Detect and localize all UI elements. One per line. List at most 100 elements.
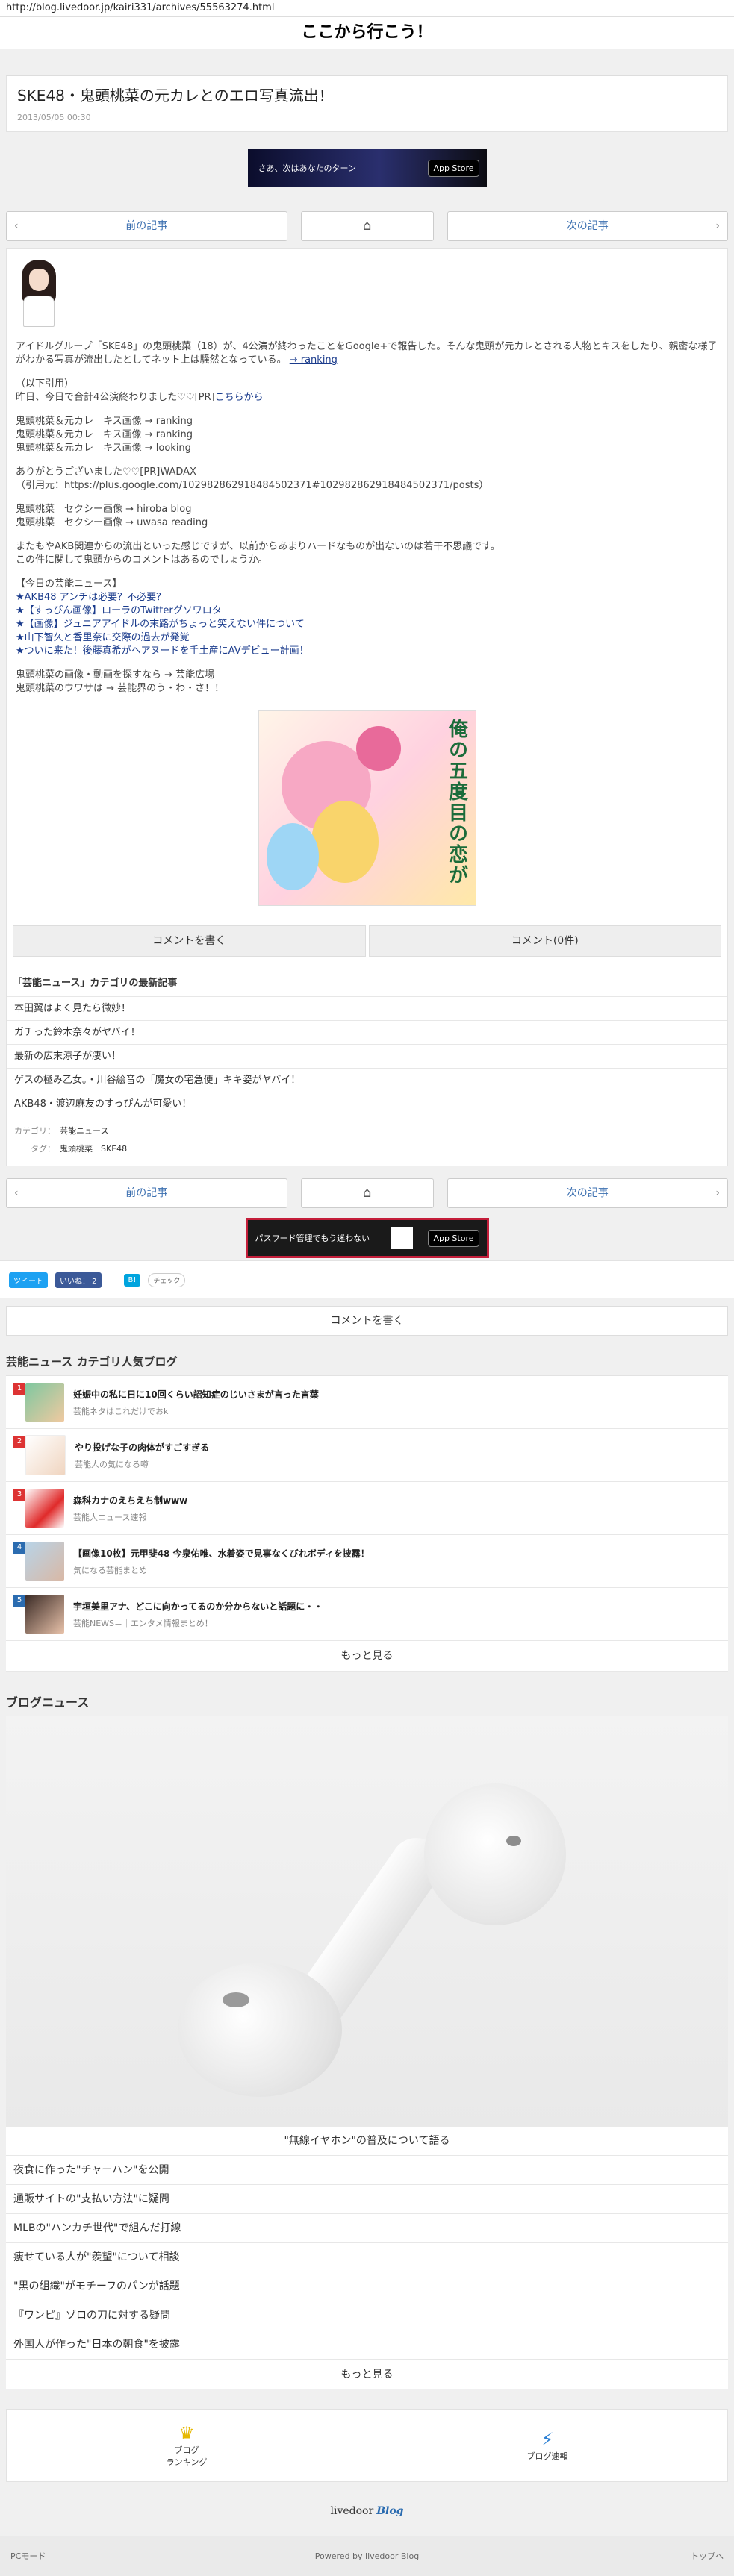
ref-link-2[interactable]: 鬼頭桃菜のウワサは → 芸能界のう・わ・さ！！ [16,682,718,695]
mixi-check-button[interactable]: チェック [148,1272,186,1287]
popular-source: 芸能NEWS＝｜エンタメ情報まとめ！ [73,1618,213,1628]
rank-badge: 1 [13,1383,25,1395]
comment-count-button[interactable]: コメント(0件) [368,925,721,957]
logo-brand: livedoor [330,2505,374,2517]
list-item[interactable]: 最新の広末涼子が凄い！ [7,1044,727,1068]
app-store-badge[interactable]: App Store [428,1229,479,1247]
facebook-like-button[interactable]: いいね！ 2 [55,1272,102,1288]
news-link[interactable]: ★【画像】ジュニアアイドルの末路がちょっと笑えない件について [16,618,718,631]
sexy-link-2[interactable]: 鬼頭桃菜 セクシー画像 → uwasa reading [16,516,718,530]
rank-badge: 4 [13,1542,25,1554]
news-link[interactable]: ★山下智久と香里奈に交際の過去が発覚 [16,631,718,645]
popular-blogs-title: 芸能ニュース カテゴリ人気ブログ [6,1355,178,1369]
chevron-right-icon: › [715,220,720,232]
popular-item[interactable]: 5 宇垣美里アナ、どこに向かってるのか分からないと話題に・・ 芸能NEWS＝｜エン… [6,1588,728,1641]
blog-news-title: ブログニュース [6,1695,90,1710]
home-icon: ⌂ [362,218,372,234]
hatena-bookmark-button[interactable]: B! [123,1273,141,1287]
home-button[interactable]: ⌂ [300,1178,434,1208]
kiss-links: 鬼頭桃菜＆元カレ キス画像 → ranking 鬼頭桃菜＆元カレ キス画像 → … [16,415,718,455]
comment-line-1: またもやAKB関連からの流出といった感じですが、以前からあまりハードなものが出な… [16,541,500,552]
list-item[interactable]: ガチった鈴木奈々がヤバイ！ [7,1020,727,1044]
popular-item[interactable]: 2 やり投げな子の肉体がすごすぎる 芸能人の気になる噂 [6,1429,728,1482]
popular-title: 宇垣美里アナ、どこに向かってるのか分からないと話題に・・ [73,1601,323,1612]
popular-source: 気になる芸能まとめ [73,1565,147,1575]
popular-title: 森科カナのえちえち制www [73,1495,188,1506]
prev-label: 前の記事 [125,220,168,232]
popular-source: 芸能人の気になる噂 [75,1459,149,1469]
prev-article-button[interactable]: ‹ 前の記事 [6,1178,287,1208]
popular-item[interactable]: 3 森科カナのえちえち制www 芸能人ニュース速報 [6,1482,728,1535]
app-store-badge[interactable]: App Store [428,159,479,177]
pager-bottom: ‹ 前の記事 ⌂ 次の記事 › [0,1171,734,1216]
list-item[interactable]: 夜食に作った"チャーハン"を公開 [6,2156,728,2185]
kiss-link-1[interactable]: 鬼頭桃菜＆元カレ キス画像 → ranking [16,415,718,428]
home-button[interactable]: ⌂ [300,211,434,241]
ad1[interactable]: さあ、次はあなたのターン App Store [247,149,487,187]
blog-ranking-button[interactable]: ♛ ブログ ランキング [7,2410,367,2481]
article-header: SKE48・鬼頭桃菜の元カレとのエロ写真流出！ 2013/05/05 00:30 [6,75,728,132]
pc-mode-link[interactable]: PCモード [0,2550,100,2562]
blog-news-hero-image[interactable] [6,1716,728,2127]
portrait-image[interactable] [16,258,63,333]
list-item[interactable]: 痩せている人が"羨望"について相談 [6,2243,728,2272]
article-meta: カテゴリ： 芸能ニュース タグ： 鬼頭桃菜 SKE48 [7,1116,727,1166]
thanks-text[interactable]: ありがとうございました♡♡[PR]WADAX [16,466,718,479]
news-link[interactable]: ★AKB48 アンチは必要？不必要？ [16,591,718,604]
quote-link[interactable]: こちらから [215,392,264,403]
write-comment-button-bottom[interactable]: コメントを書く [6,1306,728,1336]
social-buttons: ツイート いいね！ 2 B! チェック [0,1260,734,1298]
site-title[interactable]: ここから行こう！ [0,17,734,49]
prev-article-button[interactable]: ‹ 前の記事 [6,211,287,241]
intro-ranking-link[interactable]: → ranking [290,354,338,366]
list-item[interactable]: AKB48・渡辺麻友のすっぴんが可愛い！ [7,1092,727,1116]
article-body-card: アイドルグループ「SKE48」の鬼頭桃菜（18）が、4公演が終わったことをGoo… [6,248,728,1166]
list-item[interactable]: 『ワンピ』ゾロの刀に対する疑問 [6,2301,728,2330]
list-item[interactable]: "黒の組織"がモチーフのパンが話題 [6,2272,728,2301]
popular-source: 芸能ネタはこれだけでおk [73,1406,169,1416]
thumbnail [25,1542,64,1581]
intro-paragraph: アイドルグループ「SKE48」の鬼頭桃菜（18）が、4公演が終わったことをGoo… [16,340,718,367]
category-value[interactable]: 芸能ニュース [60,1126,108,1136]
list-item[interactable]: 通販サイトの"支払い方法"に疑問 [6,2185,728,2214]
list-item[interactable]: 外国人が作った"日本の朝食"を披露 [6,2330,728,2360]
popular-item[interactable]: 4 【画像10枚】元甲斐48 今泉佑唯、水着姿で見事なくびれボディを披露！ 気にな… [6,1535,728,1588]
popular-blogs-list: 1 妊娠中の私に日に10回くらい詔知症のじいさまが言った言葉 芸能ネタはこれだけで… [6,1375,728,1672]
kiss-link-2[interactable]: 鬼頭桃菜＆元カレ キス画像 → ranking [16,428,718,442]
ad1-text: さあ、次はあなたのターン [258,163,356,173]
popular-item[interactable]: 1 妊娠中の私に日に10回くらい詔知症のじいさまが言った言葉 芸能ネタはこれだけで… [6,1376,728,1429]
blog-news-hero-caption[interactable]: "無線イヤホン"の普及について語る [6,2127,728,2156]
ref-link-1[interactable]: 鬼頭桃菜の画像・動画を探すなら → 芸能広場 [16,669,718,682]
tag-value[interactable]: 鬼頭桃菜 SKE48 [60,1144,127,1154]
thumbnail [25,1383,64,1422]
ad2[interactable]: パスワード管理でもう迷わない App Store [245,1218,489,1258]
sexy-link-1[interactable]: 鬼頭桃菜 セクシー画像 → hiroba blog [16,503,718,516]
thanks-block: ありがとうございました♡♡[PR]WADAX （引用元：https://plus… [16,466,718,493]
news-link[interactable]: ★ついに来た！後藤真希がヘアヌードを手土産にAVデビュー計画！ [16,645,718,658]
kiss-link-3[interactable]: 鬼頭桃菜＆元カレ キス画像 → looking [16,442,718,455]
key-icon [391,1227,414,1249]
write-comment-button[interactable]: コメントを書く [13,925,366,957]
news-link[interactable]: ★【すっぴん画像】ローラのTwitterグソワロタ [16,604,718,618]
list-item[interactable]: 本田翼はよく見たら微妙！ [7,996,727,1020]
blog-news-more-button[interactable]: もっと見る [6,2360,728,2389]
list-item[interactable]: ゲスの極み乙女。・川谷絵音の「魔女の宅急便」キキ姿がヤバイ！ [7,1068,727,1092]
livedoor-blog-logo[interactable]: livedoor Blog [0,2494,734,2528]
blog-speed-button[interactable]: ⚡ ブログ速報 [367,2410,727,2481]
popular-more-button[interactable]: もっと見る [6,1641,728,1672]
popular-source: 芸能人ニュース速報 [73,1512,147,1522]
category-latest-list: 本田翼はよく見たら微妙！ ガチった鈴木奈々がヤバイ！ 最新の広末涼子が凄い！ ゲ… [7,996,727,1116]
prev-label: 前の記事 [125,1187,168,1199]
list-item[interactable]: MLBの"ハンカチ世代"で組んだ打線 [6,2214,728,2243]
popular-title: やり投げな子の肉体がすごすぎる [75,1442,210,1453]
chevron-left-icon: ‹ [14,1187,19,1199]
ad-banner-bottom: パスワード管理でもう迷わない App Store [0,1216,734,1260]
back-to-top-link[interactable]: トップへ [634,2550,734,2562]
manga-title: 俺の五度目の恋が [445,719,468,886]
crown-icon: ♛ [178,2423,195,2444]
article-date: 2013/05/05 00:30 [17,113,91,122]
next-article-button[interactable]: 次の記事 › [447,1178,728,1208]
manga-ad-image[interactable]: 俺の五度目の恋が [258,710,476,906]
tweet-button[interactable]: ツイート [9,1272,48,1288]
next-article-button[interactable]: 次の記事 › [447,211,728,241]
